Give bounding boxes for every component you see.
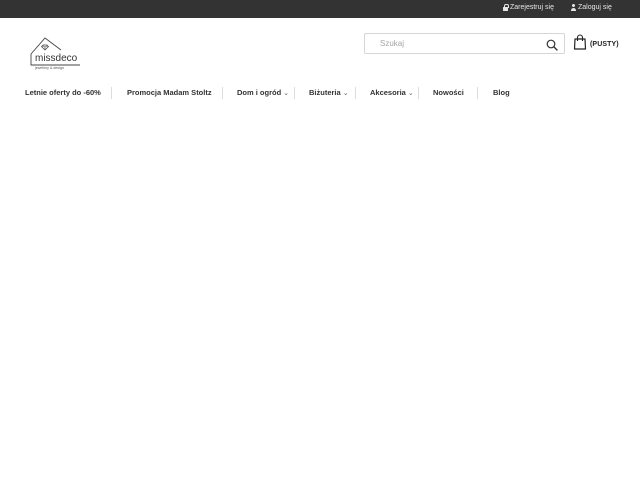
- nav-item-new-arrivals[interactable]: Nowości: [433, 88, 464, 97]
- nav-item-home-garden[interactable]: Dom i ogród ⌄: [237, 88, 289, 97]
- nav-item-label: Biżuteria: [309, 88, 341, 97]
- nav-item-label: Dom i ogród: [237, 88, 282, 97]
- logo-tagline: jewellery & design: [34, 66, 64, 70]
- nav-divider: [355, 87, 356, 99]
- chevron-down-icon: ⌄: [342, 89, 349, 97]
- login-link[interactable]: Zaloguj się: [571, 4, 612, 11]
- nav-divider: [111, 87, 112, 99]
- cart-button[interactable]: (PUSTY): [573, 33, 619, 55]
- logo-wordmark: missdeco: [35, 53, 78, 64]
- shopping-bag-icon: [573, 33, 587, 55]
- nav-divider: [294, 87, 295, 99]
- search-box: [364, 33, 565, 54]
- nav-item-accessories[interactable]: Akcesoria ⌄: [370, 88, 414, 97]
- nav-item-summer-offers[interactable]: Letnie oferty do -60%: [25, 88, 101, 97]
- register-link[interactable]: Zarejestruj się: [503, 4, 554, 11]
- nav-item-madam-stoltz[interactable]: Promocja Madam Stoltz: [127, 88, 212, 97]
- register-label: Zarejestruj się: [510, 4, 554, 11]
- nav-divider: [418, 87, 419, 99]
- nav-item-label: Letnie oferty do -60%: [25, 88, 101, 97]
- login-label: Zaloguj się: [578, 4, 612, 11]
- chevron-down-icon: ⌄: [407, 89, 414, 97]
- user-icon: [571, 4, 576, 11]
- nav-item-label: Nowości: [433, 88, 464, 97]
- site-logo[interactable]: missdeco jewellery & design: [28, 34, 84, 70]
- top-bar: Zarejestruj się Zaloguj się: [0, 0, 640, 18]
- nav-divider: [477, 87, 478, 99]
- nav-item-jewellery[interactable]: Biżuteria ⌄: [309, 88, 349, 97]
- search-input[interactable]: [373, 34, 543, 53]
- nav-item-label: Promocja Madam Stoltz: [127, 88, 212, 97]
- chevron-down-icon: ⌄: [283, 89, 290, 97]
- search-icon[interactable]: [546, 38, 558, 51]
- main-navigation: Letnie oferty do -60% Promocja Madam Sto…: [0, 84, 640, 102]
- lock-icon: [503, 4, 509, 11]
- nav-item-label: Akcesoria: [370, 88, 406, 97]
- nav-divider: [222, 87, 223, 99]
- nav-item-label: Blog: [493, 88, 510, 97]
- logo-house-icon: missdeco jewellery & design: [30, 37, 80, 70]
- cart-status: (PUSTY): [590, 40, 619, 48]
- nav-item-blog[interactable]: Blog: [493, 88, 510, 97]
